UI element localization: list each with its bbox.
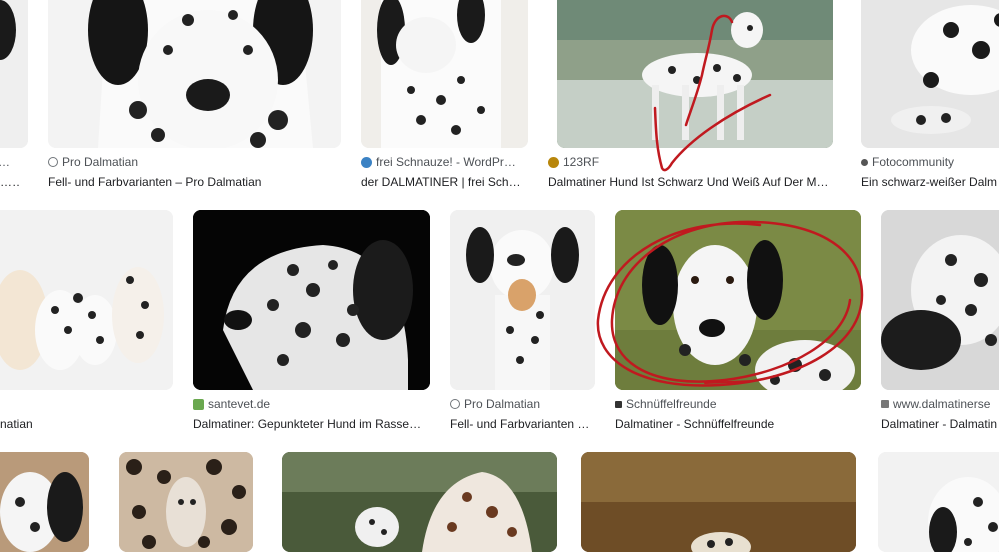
image-result-tile[interactable]	[48, 0, 341, 148]
source-label: Fotocommunity	[872, 155, 955, 169]
result-source[interactable]: frei Schnauze! - WordPr…	[361, 155, 528, 169]
result-title[interactable]: Dalmatiner: Gepunkteter Hund im Rasse…	[193, 417, 425, 431]
source-label: …	[0, 155, 10, 169]
source-label: 123RF	[563, 155, 600, 169]
source-label: frei Schnauze! - WordPr…	[376, 155, 516, 169]
image-result-tile[interactable]	[0, 0, 28, 148]
result-title[interactable]: …ma…	[0, 175, 20, 189]
image-result-tile[interactable]	[119, 452, 253, 552]
image-result-tile[interactable]	[0, 452, 89, 552]
result-source[interactable]: Fotocommunity	[861, 155, 999, 169]
result-title[interactable]: der DALMATINER | frei Sch…	[361, 175, 521, 189]
image-result-tile[interactable]	[881, 210, 999, 390]
dalmatian-image	[557, 0, 833, 148]
dalmatian-image	[48, 0, 341, 148]
dalmatian-image	[0, 452, 89, 552]
dalmatian-image	[450, 210, 595, 390]
dalmatian-image	[282, 452, 557, 552]
site-favicon-icon	[548, 156, 559, 168]
result-source[interactable]: Pro Dalmatian	[450, 397, 595, 411]
result-title[interactable]: Dalmatiner - Dalmatin	[881, 417, 999, 431]
image-result-tile[interactable]	[361, 0, 528, 148]
image-result-tile[interactable]	[861, 0, 999, 148]
result-source[interactable]: …	[0, 155, 18, 169]
dalmatian-image	[193, 210, 430, 390]
image-result-tile[interactable]	[557, 0, 833, 148]
image-result-tile[interactable]	[282, 452, 557, 552]
result-source[interactable]: www.dalmatinerse	[881, 397, 999, 411]
globe-icon	[450, 399, 460, 409]
source-label: Pro Dalmatian	[62, 155, 139, 169]
result-source[interactable]: 123RF	[548, 155, 833, 169]
result-source[interactable]: Pro Dalmatian	[48, 155, 338, 169]
wordpress-icon	[361, 156, 372, 168]
source-label: Schnüffelfreunde	[626, 397, 717, 411]
site-favicon-icon	[881, 400, 889, 408]
dalmatian-image	[361, 0, 528, 148]
site-favicon-icon	[861, 158, 868, 166]
image-result-tile[interactable]	[615, 210, 861, 390]
result-title[interactable]: Ein schwarz-weißer Dalm	[861, 175, 999, 189]
site-favicon-icon	[615, 400, 622, 408]
image-result-tile[interactable]	[878, 452, 999, 552]
source-label: santevet.de	[208, 397, 271, 411]
result-title[interactable]: Fell- und Farbvarianten …	[450, 417, 590, 431]
image-result-tile[interactable]	[193, 210, 430, 390]
globe-icon	[48, 157, 58, 167]
result-title[interactable]: Dalmatiner - Schnüffelfreunde	[615, 417, 861, 431]
source-label: Pro Dalmatian	[464, 397, 541, 411]
result-title[interactable]: natian	[0, 417, 40, 431]
result-title[interactable]: Fell- und Farbvarianten – Pro Dalmatian	[48, 175, 338, 189]
dalmatian-image	[119, 452, 253, 552]
dalmatian-image	[878, 452, 999, 552]
dalmatian-image	[0, 210, 173, 390]
dalmatian-image	[861, 0, 999, 148]
dalmatian-image	[881, 210, 999, 390]
image-result-tile[interactable]	[450, 210, 595, 390]
result-source[interactable]: Schnüffelfreunde	[615, 397, 861, 411]
dalmatian-image	[0, 0, 28, 148]
result-title[interactable]: Dalmatiner Hund Ist Schwarz Und Weiß Auf…	[548, 175, 833, 189]
result-source[interactable]: santevet.de	[193, 397, 430, 411]
site-favicon-icon	[193, 398, 204, 410]
dalmatian-image	[615, 210, 861, 390]
image-result-tile[interactable]	[581, 452, 856, 552]
source-label: www.dalmatinerse	[893, 397, 991, 411]
image-result-tile[interactable]	[0, 210, 173, 390]
dalmatian-image	[581, 452, 856, 552]
